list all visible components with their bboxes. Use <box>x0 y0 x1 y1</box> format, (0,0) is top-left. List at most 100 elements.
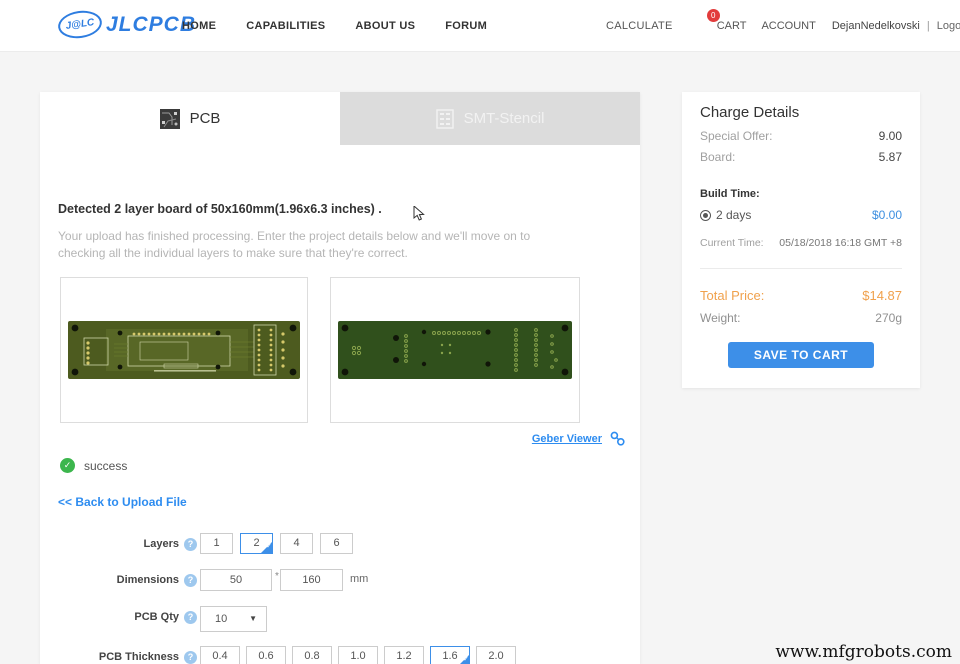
dimension-height-input[interactable] <box>280 569 343 591</box>
nav-about-us[interactable]: ABOUT US <box>355 20 415 32</box>
link-icon[interactable] <box>610 431 625 446</box>
build-time-days: 2 days <box>716 208 752 222</box>
thickness-option-08[interactable]: 0.8 <box>292 646 332 664</box>
mouse-cursor-icon <box>413 206 425 221</box>
thickness-option-16-selected[interactable]: 1.6 ✓ <box>430 646 470 664</box>
save-to-cart-button[interactable]: SAVE TO CART <box>728 342 874 368</box>
layers-info-icon[interactable]: ? <box>184 537 197 551</box>
current-time-value: 05/18/2018 16:18 GMT +8 <box>779 237 902 249</box>
detected-board-heading: Detected 2 layer board of 50x160mm(1.96x… <box>58 202 382 216</box>
pcb-qty-value: 10 <box>215 613 228 625</box>
logged-in-username[interactable]: DejanNedelkovski <box>832 20 920 32</box>
layers-options: 1 2 ✓ 4 6 <box>200 533 360 554</box>
dimension-separator: * <box>275 571 279 582</box>
pcb-qty-label: PCB Qty <box>134 611 179 623</box>
weight-row: Weight: 270g <box>700 311 902 325</box>
dimensions-label: Dimensions <box>116 574 179 586</box>
thickness-option-12[interactable]: 1.2 <box>384 646 424 664</box>
pcb-icon <box>159 108 180 129</box>
thickness-options: 0.4 0.6 0.8 1.0 1.2 1.6 ✓ 2.0 <box>200 646 522 664</box>
build-time-radio[interactable] <box>700 209 711 221</box>
build-time-label: Build Time: <box>700 188 760 200</box>
tab-smt-stencil[interactable]: SMT-Stencil <box>340 92 640 145</box>
board-value: 5.87 <box>878 150 902 164</box>
thickness-option-20[interactable]: 2.0 <box>476 646 516 664</box>
status-text: success <box>84 458 128 473</box>
dimensions-row: Dimensions ? * mm <box>40 569 640 595</box>
pcb-bottom-preview-image <box>338 321 572 379</box>
dropdown-arrow-icon: ▼ <box>249 614 257 623</box>
thickness-option-04[interactable]: 0.4 <box>200 646 240 664</box>
header-separator: | <box>926 20 930 32</box>
special-offer-row: Special Offer: 9.00 <box>700 129 902 143</box>
special-offer-label: Special Offer: <box>700 129 773 143</box>
watermark-text: www.mfgrobots.com <box>775 642 952 662</box>
pcb-thickness-info-icon[interactable]: ? <box>184 650 197 664</box>
pcb-thickness-label: PCB Thickness <box>98 651 179 663</box>
main-nav: HOME CAPABILITIES ABOUT US FORUM <box>182 0 487 52</box>
smt-stencil-icon <box>435 108 454 129</box>
nav-capabilities[interactable]: CAPABILITIES <box>246 20 325 32</box>
dimension-unit: mm <box>350 573 369 585</box>
header-right-group: CALCULATE 0 CART ACCOUNT DejanNedelkovsk… <box>606 0 960 52</box>
charge-details-title: Charge Details <box>700 104 800 121</box>
layers-option-4[interactable]: 4 <box>280 533 313 554</box>
cart-label: CART <box>716 20 747 32</box>
thickness-option-10[interactable]: 1.0 <box>338 646 378 664</box>
success-check-icon: ✓ <box>60 458 75 473</box>
pcb-thickness-row: PCB Thickness ? 0.4 0.6 0.8 1.0 1.2 1.6 ✓… <box>40 646 640 664</box>
weight-label: Weight: <box>700 311 741 325</box>
tab-smt-label: SMT-Stencil <box>463 110 545 127</box>
dimensions-label-group: Dimensions ? <box>40 569 197 591</box>
weight-value: 270g <box>875 311 902 325</box>
cart-count-badge: 0 <box>706 9 720 22</box>
special-offer-value: 9.00 <box>878 129 902 143</box>
pcb-top-preview[interactable] <box>60 277 308 423</box>
nav-home[interactable]: HOME <box>182 20 216 32</box>
nav-forum[interactable]: FORUM <box>445 20 487 32</box>
pcb-qty-dropdown[interactable]: 10 ▼ <box>200 606 267 632</box>
dimension-width-input[interactable] <box>200 569 272 591</box>
total-price-row: Total Price: $14.87 <box>700 288 902 303</box>
build-time-option-row: 2 days $0.00 <box>700 208 902 222</box>
layers-row: Layers ? 1 2 ✓ 4 6 <box>40 533 640 559</box>
selected-check-icon: ✓ <box>463 656 469 663</box>
gerber-viewer-link[interactable]: Geber Viewer <box>532 433 602 445</box>
pcb-top-preview-image <box>68 321 300 379</box>
board-price-row: Board: 5.87 <box>700 150 902 164</box>
nav-calculate[interactable]: CALCULATE <box>606 20 673 32</box>
charge-divider <box>700 268 902 269</box>
total-price-label: Total Price: <box>700 288 765 303</box>
board-label: Board: <box>700 150 736 164</box>
layers-label-group: Layers ? <box>40 533 197 555</box>
pcb-bottom-preview[interactable] <box>330 277 580 423</box>
order-panel: PCB SMT-Stencil Detected 2 layer board o… <box>40 92 640 664</box>
gerber-viewer-row: Geber Viewer <box>400 431 625 446</box>
charge-details-panel: Charge Details Special Offer: 9.00 Board… <box>682 92 920 388</box>
selected-check-icon: ✓ <box>266 543 272 550</box>
pcb-qty-label-group: PCB Qty ? <box>40 606 197 628</box>
back-to-upload-link[interactable]: << Back to Upload File <box>58 495 187 509</box>
layers-option-2-selected[interactable]: 2 ✓ <box>240 533 273 554</box>
tab-pcb-label: PCB <box>189 110 221 127</box>
pcb-qty-info-icon[interactable]: ? <box>184 610 197 624</box>
upload-description: Your upload has finished processing. Ent… <box>58 229 531 260</box>
logout-link[interactable]: Logout <box>937 20 960 32</box>
dimensions-info-icon[interactable]: ? <box>184 573 197 587</box>
thickness-option-06[interactable]: 0.6 <box>246 646 286 664</box>
build-time-price: $0.00 <box>871 208 902 222</box>
logo-ellipse-icon: J@LC <box>56 8 104 41</box>
pcb-thickness-label-group: PCB Thickness ? <box>40 646 197 664</box>
layers-option-1[interactable]: 1 <box>200 533 233 554</box>
top-navigation-bar: J@LC JLCPCB HOME CAPABILITIES ABOUT US F… <box>0 0 960 52</box>
status-row: ✓ success <box>60 458 127 473</box>
jlcpcb-logo[interactable]: J@LC JLCPCB <box>56 8 196 41</box>
nav-account[interactable]: ACCOUNT <box>761 20 815 32</box>
tab-pcb[interactable]: PCB <box>40 92 340 145</box>
layers-option-6[interactable]: 6 <box>320 533 353 554</box>
nav-cart[interactable]: 0 CART <box>706 9 747 32</box>
layers-label: Layers <box>143 538 179 550</box>
current-time-label: Current Time: <box>700 237 764 249</box>
pcb-qty-row: PCB Qty ? 10 ▼ <box>40 606 640 632</box>
build-time-option[interactable]: 2 days <box>700 208 751 222</box>
